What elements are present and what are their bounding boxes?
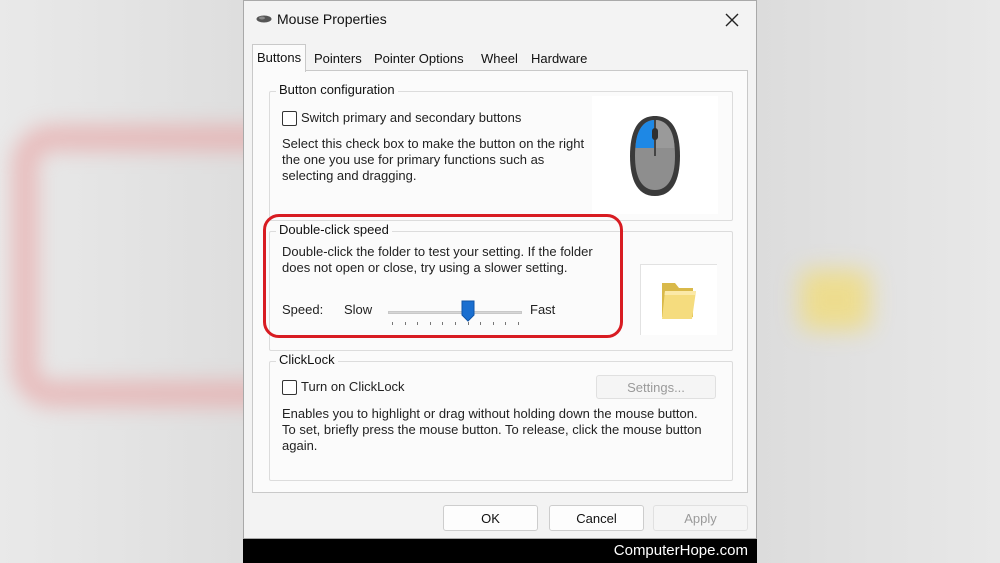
- slider-tick: [429, 322, 431, 325]
- slider-tick: [404, 322, 406, 325]
- test-folder-area[interactable]: [640, 264, 717, 335]
- double-click-speed-group: Double-click speed Double-click the fold…: [269, 222, 733, 351]
- clicklock-label[interactable]: Turn on ClickLock: [301, 379, 405, 395]
- slider-tick: [467, 322, 469, 325]
- slider-tick: [442, 322, 444, 325]
- fast-label: Fast: [530, 302, 556, 317]
- clicklock-desc-line2: To set, briefly press the mouse button. …: [282, 422, 702, 437]
- clicklock-desc-line3: again.: [282, 438, 318, 453]
- clicklock-legend: ClickLock: [276, 352, 338, 367]
- button-config-desc-line3: selecting and dragging.: [282, 168, 417, 183]
- slider-tick: [518, 322, 519, 325]
- tab-pointers[interactable]: Pointers: [310, 48, 366, 70]
- slider-thumb[interactable]: [461, 300, 475, 322]
- slow-label: Slow: [344, 302, 373, 317]
- blurred-background-right: [757, 0, 1000, 563]
- close-icon: [725, 13, 739, 27]
- close-button[interactable]: [714, 5, 750, 35]
- double-click-desc-line2: does not open or close, try using a slow…: [282, 260, 568, 275]
- button-configuration-group: Button configuration Switch primary and …: [269, 82, 733, 221]
- ok-button[interactable]: OK: [443, 505, 538, 531]
- mouse-image-box: [592, 96, 718, 214]
- buttons-tab-panel: Button configuration Switch primary and …: [252, 70, 748, 493]
- slider-tick: [492, 322, 494, 325]
- mouse-illustration-icon: [630, 116, 680, 196]
- double-click-speed-slider[interactable]: [388, 298, 522, 328]
- cancel-button[interactable]: Cancel: [549, 505, 644, 531]
- slider-tick: [480, 322, 482, 325]
- slider-tick: [392, 322, 393, 325]
- title-bar: Mouse Properties: [244, 1, 756, 39]
- switch-buttons-checkbox[interactable]: [282, 111, 297, 126]
- apply-button[interactable]: Apply: [653, 505, 748, 531]
- mouse-properties-dialog: Mouse Properties Buttons Pointers Pointe…: [243, 0, 757, 539]
- slider-tick: [505, 322, 507, 325]
- watermark-text: ComputerHope.com: [613, 542, 748, 559]
- slider-tick: [455, 322, 456, 325]
- tab-wheel[interactable]: Wheel: [477, 48, 522, 70]
- folder-icon: [662, 283, 696, 319]
- tab-buttons[interactable]: Buttons: [252, 44, 307, 72]
- button-config-desc-line2: the one you use for primary functions su…: [282, 152, 545, 167]
- tab-hardware[interactable]: Hardware: [527, 48, 591, 70]
- clicklock-checkbox[interactable]: [282, 380, 297, 395]
- button-configuration-legend: Button configuration: [276, 82, 398, 97]
- double-click-speed-legend: Double-click speed: [276, 222, 392, 237]
- clicklock-group: ClickLock Turn on ClickLock Settings... …: [269, 352, 733, 481]
- clicklock-settings-button[interactable]: Settings...: [596, 375, 716, 399]
- slider-track: [388, 311, 522, 314]
- window-title: Mouse Properties: [277, 11, 387, 27]
- double-click-desc-line1: Double-click the folder to test your set…: [282, 244, 593, 259]
- mouse-icon: [256, 15, 272, 23]
- switch-buttons-label[interactable]: Switch primary and secondary buttons: [301, 110, 521, 126]
- speed-label: Speed:: [282, 302, 324, 317]
- blurred-folder: [800, 270, 870, 330]
- clicklock-desc-line1: Enables you to highlight or drag without…: [282, 406, 698, 421]
- button-config-desc-line1: Select this check box to make the button…: [282, 136, 585, 151]
- slider-tick: [417, 322, 419, 325]
- tab-pointer-options[interactable]: Pointer Options: [370, 48, 468, 70]
